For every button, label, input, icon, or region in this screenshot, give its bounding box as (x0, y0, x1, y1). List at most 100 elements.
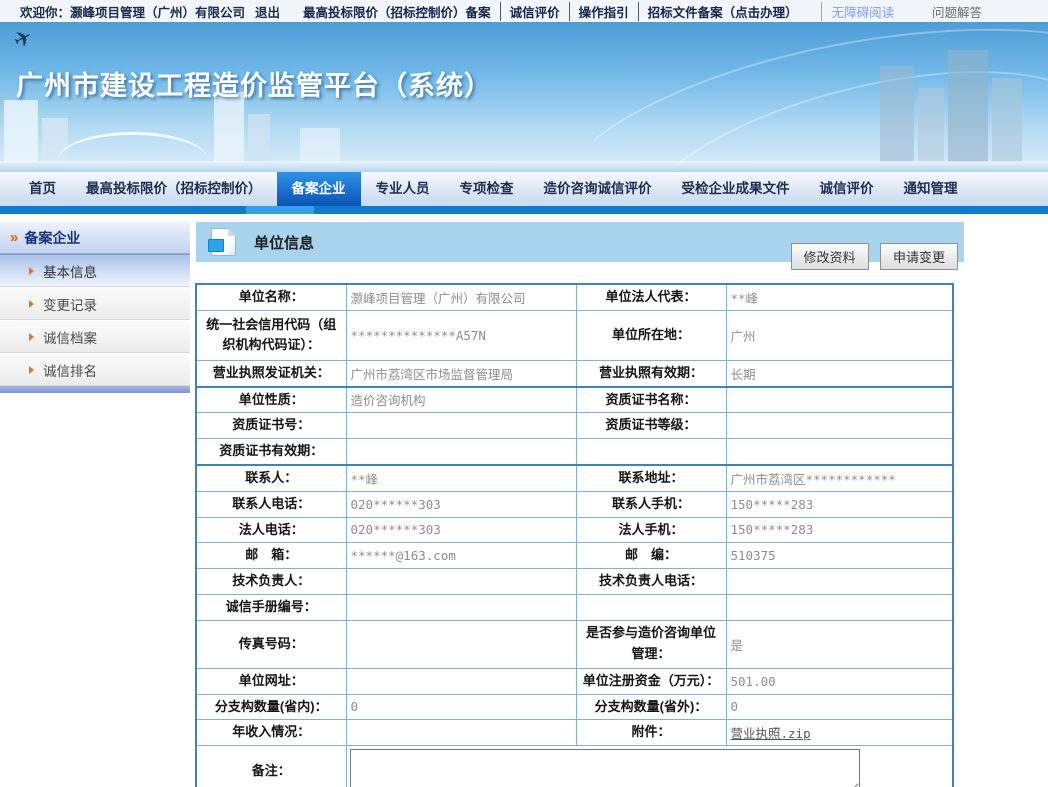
banner-building (248, 114, 270, 162)
qa-link[interactable]: 问题解答 (932, 2, 982, 21)
field-label: 联系人： (196, 465, 346, 491)
sidebar-header: » 备案企业 (0, 222, 190, 254)
field-value: 510375 (726, 543, 953, 569)
arrow-right-icon (29, 267, 34, 275)
tab-filed-companies[interactable]: 备案企业 (277, 172, 361, 206)
table-row: 营业执照发证机关： 广州市荔湾区市场监督管理局 营业执照有效期： 长期 (196, 360, 953, 386)
page: 欢迎你： 灏峰项目管理（广州）有限公司 退出 最高投标限价（招标控制价）备案 诚… (0, 0, 1048, 787)
field-label: 资质证书等级： (576, 413, 726, 439)
field-label: 分支构数量(省内)： (196, 694, 346, 720)
field-value (726, 569, 953, 595)
field-value: 长期 (726, 360, 953, 386)
field-value: 501.00 (726, 668, 953, 694)
action-buttons: 修改资料 申请变更 (784, 243, 958, 270)
field-label (576, 439, 726, 465)
logout-link[interactable]: 退出 (255, 2, 280, 21)
field-value: 是 (726, 620, 953, 668)
tab-special-inspection[interactable]: 专项检查 (445, 172, 529, 206)
sidebar-item-change-records[interactable]: 变更记录 (0, 287, 190, 320)
field-label: 单位名称： (196, 284, 346, 310)
field-value (346, 439, 576, 465)
field-label: 技术负责人电话： (576, 569, 726, 595)
field-label: 营业执照发证机关： (196, 360, 346, 386)
table-row: 单位名称： 灏峰项目管理（广州）有限公司 单位法人代表： **峰 (196, 284, 953, 310)
field-value: 150*****283 (726, 517, 953, 543)
banner-road (0, 161, 1048, 172)
field-value (346, 620, 576, 668)
field-value: 020******303 (346, 491, 576, 517)
field-label: 资质证书号： (196, 413, 346, 439)
table-row: 邮 箱： ******@163.com 邮 编： 510375 (196, 543, 953, 569)
tab-credit-evaluation[interactable]: 诚信评价 (805, 172, 889, 206)
main-nav: 首页 最高投标限价（招标控制价） 备案企业 专业人员 专项检查 造价咨询诚信评价… (0, 172, 1048, 206)
topbar-link-operation-guide[interactable]: 操作指引 (569, 2, 638, 21)
topbar-link-credit-evaluation[interactable]: 诚信评价 (500, 2, 569, 21)
banner-building (918, 88, 944, 162)
field-label: 资质证书有效期： (196, 439, 346, 465)
table-row: 年收入情况： 附件： 营业执照.zip (196, 720, 953, 746)
field-label: 联系地址： (576, 465, 726, 491)
sidebar-footer-bar (0, 386, 190, 393)
field-value (346, 569, 576, 595)
field-label: 资质证书名称： (576, 387, 726, 413)
tab-home[interactable]: 首页 (14, 172, 71, 206)
field-label: 单位性质： (196, 387, 346, 413)
table-row: 联系人： **峰 联系地址： 广州市荔湾区************ (196, 465, 953, 491)
field-value: 广州市荔湾区************ (726, 465, 953, 491)
banner-building (4, 100, 38, 162)
topbar-link-tender-file-record[interactable]: 招标文件备案（点击办理） (638, 2, 807, 21)
field-value: 150*****283 (726, 491, 953, 517)
tab-professionals[interactable]: 专业人员 (361, 172, 445, 206)
field-value (726, 594, 953, 620)
table-row: 法人电话： 020******303 法人手机： 150*****283 (196, 517, 953, 543)
field-label: 诚信手册编号： (196, 594, 346, 620)
field-label: 法人手机： (576, 517, 726, 543)
arrow-right-icon (29, 300, 34, 308)
sidebar-item-credit-archive[interactable]: 诚信档案 (0, 320, 190, 353)
request-change-button[interactable]: 申请变更 (880, 243, 958, 270)
field-value: 广州 (726, 310, 953, 360)
table-row: 备注： (196, 746, 953, 787)
sidebar-item-credit-ranking[interactable]: 诚信排名 (0, 353, 190, 386)
sidebar-item-basic-info[interactable]: 基本信息 (0, 254, 190, 287)
field-value (346, 594, 576, 620)
sidebar: » 备案企业 基本信息 变更记录 诚信档案 诚信排名 (0, 222, 190, 393)
field-value: 造价咨询机构 (346, 387, 576, 413)
field-value: **峰 (726, 284, 953, 310)
edit-info-button[interactable]: 修改资料 (791, 243, 869, 270)
topbar-link-bid-price-record[interactable]: 最高投标限价（招标控制价）备案 (294, 2, 500, 21)
banner: ✈ 广州市建设工程造价监管平台（系统） (0, 22, 1048, 172)
table-row: 统一社会信用代码（组织机构代码证）： **************A57N 单位… (196, 310, 953, 360)
field-label: 邮 箱： (196, 543, 346, 569)
remarks-cell (346, 746, 953, 787)
field-label: 分支构数量(省外)： (576, 694, 726, 720)
table-row: 单位性质： 造价咨询机构 资质证书名称： (196, 387, 953, 413)
field-label: 单位法人代表： (576, 284, 726, 310)
tab-bid-price-limit[interactable]: 最高投标限价（招标控制价） (71, 172, 277, 206)
field-label: 年收入情况： (196, 720, 346, 746)
sidebar-item-label: 诚信档案 (43, 327, 97, 347)
tab-cost-consulting-credit[interactable]: 造价咨询诚信评价 (529, 172, 667, 206)
table-row: 资质证书有效期： (196, 439, 953, 465)
document-icon (211, 228, 236, 256)
field-label: 技术负责人： (196, 569, 346, 595)
banner-building (300, 128, 340, 162)
arrow-right-icon (29, 366, 34, 374)
site-title: 广州市建设工程造价监管平台（系统） (16, 64, 492, 103)
double-arrow-icon: » (10, 229, 18, 246)
field-label: 附件： (576, 720, 726, 746)
field-value: ******@163.com (346, 543, 576, 569)
sidebar-item-label: 诚信排名 (43, 360, 97, 380)
field-label: 备注： (196, 746, 346, 787)
tab-inspected-company-files[interactable]: 受检企业成果文件 (667, 172, 805, 206)
table-row: 分支构数量(省内)： 0 分支构数量(省外)： 0 (196, 694, 953, 720)
table-row: 单位网址： 单位注册资金（万元）： 501.00 (196, 668, 953, 694)
field-value: 020******303 (346, 517, 576, 543)
remarks-textarea[interactable] (350, 749, 860, 787)
tab-notification-management[interactable]: 通知管理 (889, 172, 973, 206)
sidebar-header-label: 备案企业 (24, 228, 80, 248)
accessibility-link[interactable]: 无障碍阅读 (821, 2, 895, 21)
field-label: 单位注册资金（万元）： (576, 668, 726, 694)
attachment-link[interactable]: 营业执照.zip (731, 726, 811, 741)
banner-building (948, 50, 988, 162)
